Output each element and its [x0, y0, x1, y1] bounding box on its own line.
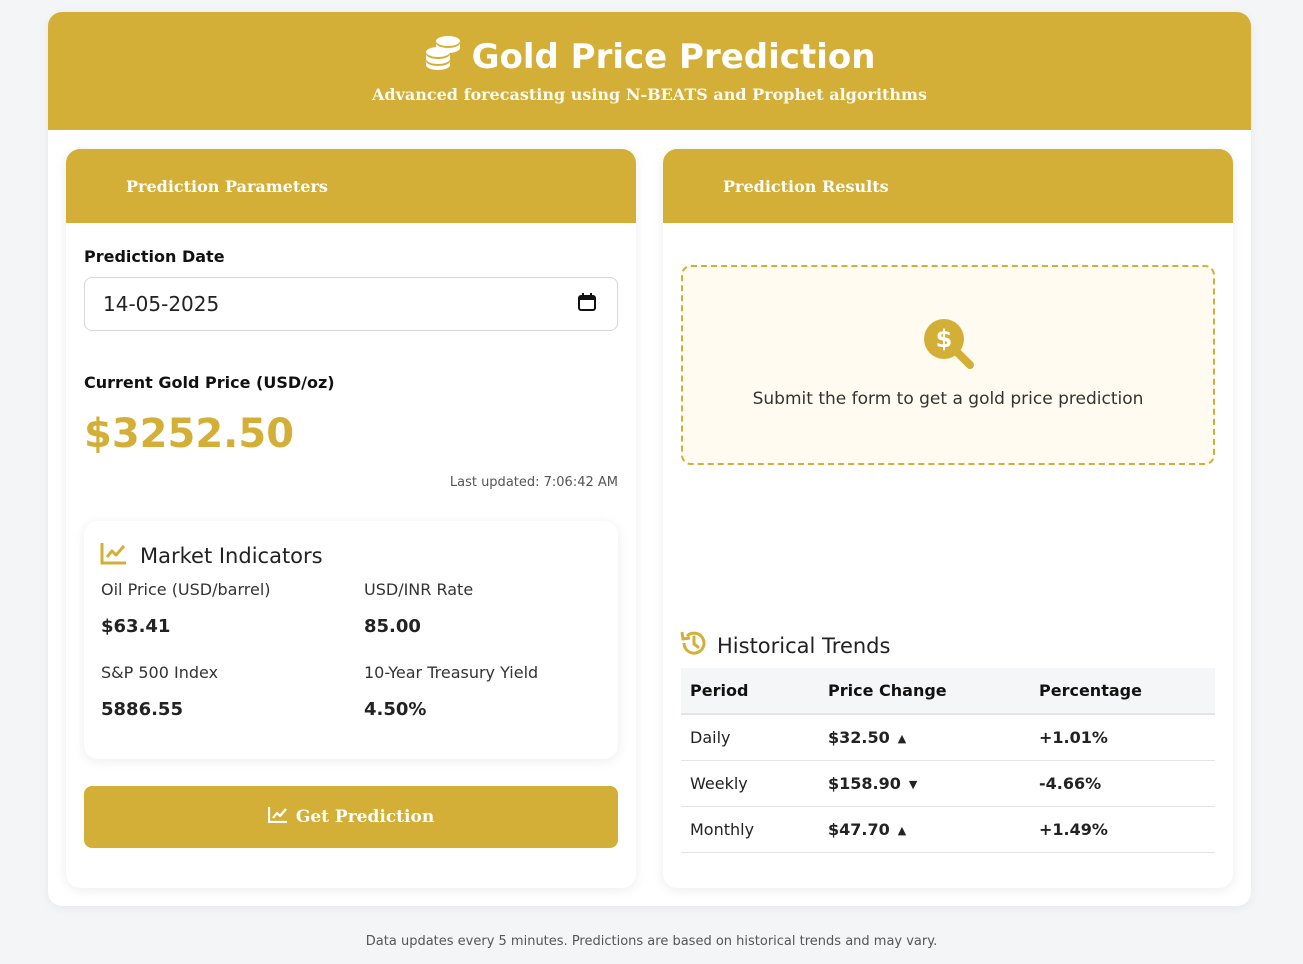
prediction-date-label: Prediction Date: [84, 247, 225, 266]
percentage-cell: -4.66%: [1030, 760, 1215, 807]
prediction-parameters-card: Prediction Parameters Prediction Date 14…: [66, 149, 636, 888]
period-cell: Weekly: [681, 760, 819, 807]
results-card-header: Prediction Results: [663, 149, 1233, 223]
coins-icon: [424, 34, 462, 79]
historical-trends-title-text: Historical Trends: [717, 633, 891, 658]
placeholder-text: Submit the form to get a gold price pred…: [752, 389, 1144, 409]
table-row: Monthly $47.70 ▲ +1.49%: [681, 806, 1215, 853]
page-title: Gold Price Prediction: [424, 34, 876, 79]
page-title-text: Gold Price Prediction: [471, 36, 876, 77]
get-prediction-button[interactable]: Get Prediction: [84, 786, 618, 848]
chart-line-icon: [267, 806, 288, 828]
percentage-cell: +1.01%: [1030, 714, 1215, 761]
treasury-yield-value: 4.50%: [364, 699, 427, 720]
caret-up-icon: ▲: [897, 731, 907, 745]
historical-trends-table: Period Price Change Percentage Daily $32…: [681, 668, 1215, 853]
usd-inr-value: 85.00: [364, 616, 421, 637]
market-indicators-title: Market Indicators: [100, 541, 323, 570]
prediction-date-value: 14-05-2025: [103, 292, 220, 316]
price-change-value: $158.90: [828, 773, 901, 793]
prediction-results-card: Prediction Results $ Submit the form to …: [663, 149, 1233, 888]
price-change-value: $32.50: [828, 727, 890, 747]
table-row: Daily $32.50 ▲ +1.01%: [681, 714, 1215, 761]
history-icon: [679, 629, 707, 662]
sp500-value: 5886.55: [101, 699, 183, 720]
caret-down-icon: ▼: [908, 777, 918, 791]
footer-note: Data updates every 5 minutes. Prediction…: [365, 934, 938, 949]
oil-price-label: Oil Price (USD/barrel): [101, 580, 271, 599]
period-cell: Daily: [681, 714, 819, 761]
sp500-label: S&P 500 Index: [101, 663, 219, 682]
page-subtitle: Advanced forecasting using N-BEATS and P…: [371, 85, 927, 104]
usd-inr-label: USD/INR Rate: [364, 580, 474, 599]
get-prediction-label: Get Prediction: [295, 807, 435, 827]
calendar-icon[interactable]: [577, 292, 597, 317]
parameters-card-header: Prediction Parameters: [66, 149, 636, 223]
historical-trends-title: Historical Trends: [679, 629, 890, 662]
oil-price-value: $63.41: [101, 616, 171, 637]
market-indicators-panel: Market Indicators Oil Price (USD/barrel)…: [84, 521, 618, 759]
prediction-placeholder: $ Submit the form to get a gold price pr…: [681, 265, 1215, 465]
table-row: Weekly $158.90 ▼ -4.66%: [681, 760, 1215, 807]
page-header: Gold Price Prediction Advanced forecasti…: [48, 12, 1251, 130]
price-change-cell: $47.70 ▲: [819, 806, 1030, 853]
column-header-percentage: Percentage: [1030, 668, 1215, 715]
column-header-price-change: Price Change: [819, 668, 1030, 715]
table-header-row: Period Price Change Percentage: [681, 668, 1215, 715]
search-dollar-icon: $: [920, 315, 976, 375]
price-change-value: $47.70: [828, 819, 890, 839]
current-price-value: $3252.50: [84, 411, 295, 457]
price-change-cell: $158.90 ▼: [819, 760, 1030, 807]
current-price-label: Current Gold Price (USD/oz): [84, 373, 335, 392]
chart-line-icon: [100, 541, 128, 570]
prediction-date-input[interactable]: 14-05-2025: [84, 277, 618, 331]
period-cell: Monthly: [681, 806, 819, 853]
last-updated-text: Last updated: 7:06:42 AM: [449, 475, 618, 490]
market-indicators-title-text: Market Indicators: [140, 543, 323, 568]
app-container: Gold Price Prediction Advanced forecasti…: [48, 12, 1251, 906]
price-change-cell: $32.50 ▲: [819, 714, 1030, 761]
svg-text:$: $: [936, 325, 953, 353]
percentage-cell: +1.49%: [1030, 806, 1215, 853]
treasury-yield-label: 10-Year Treasury Yield: [364, 663, 539, 682]
column-header-period: Period: [681, 668, 819, 715]
caret-up-icon: ▲: [897, 823, 907, 837]
